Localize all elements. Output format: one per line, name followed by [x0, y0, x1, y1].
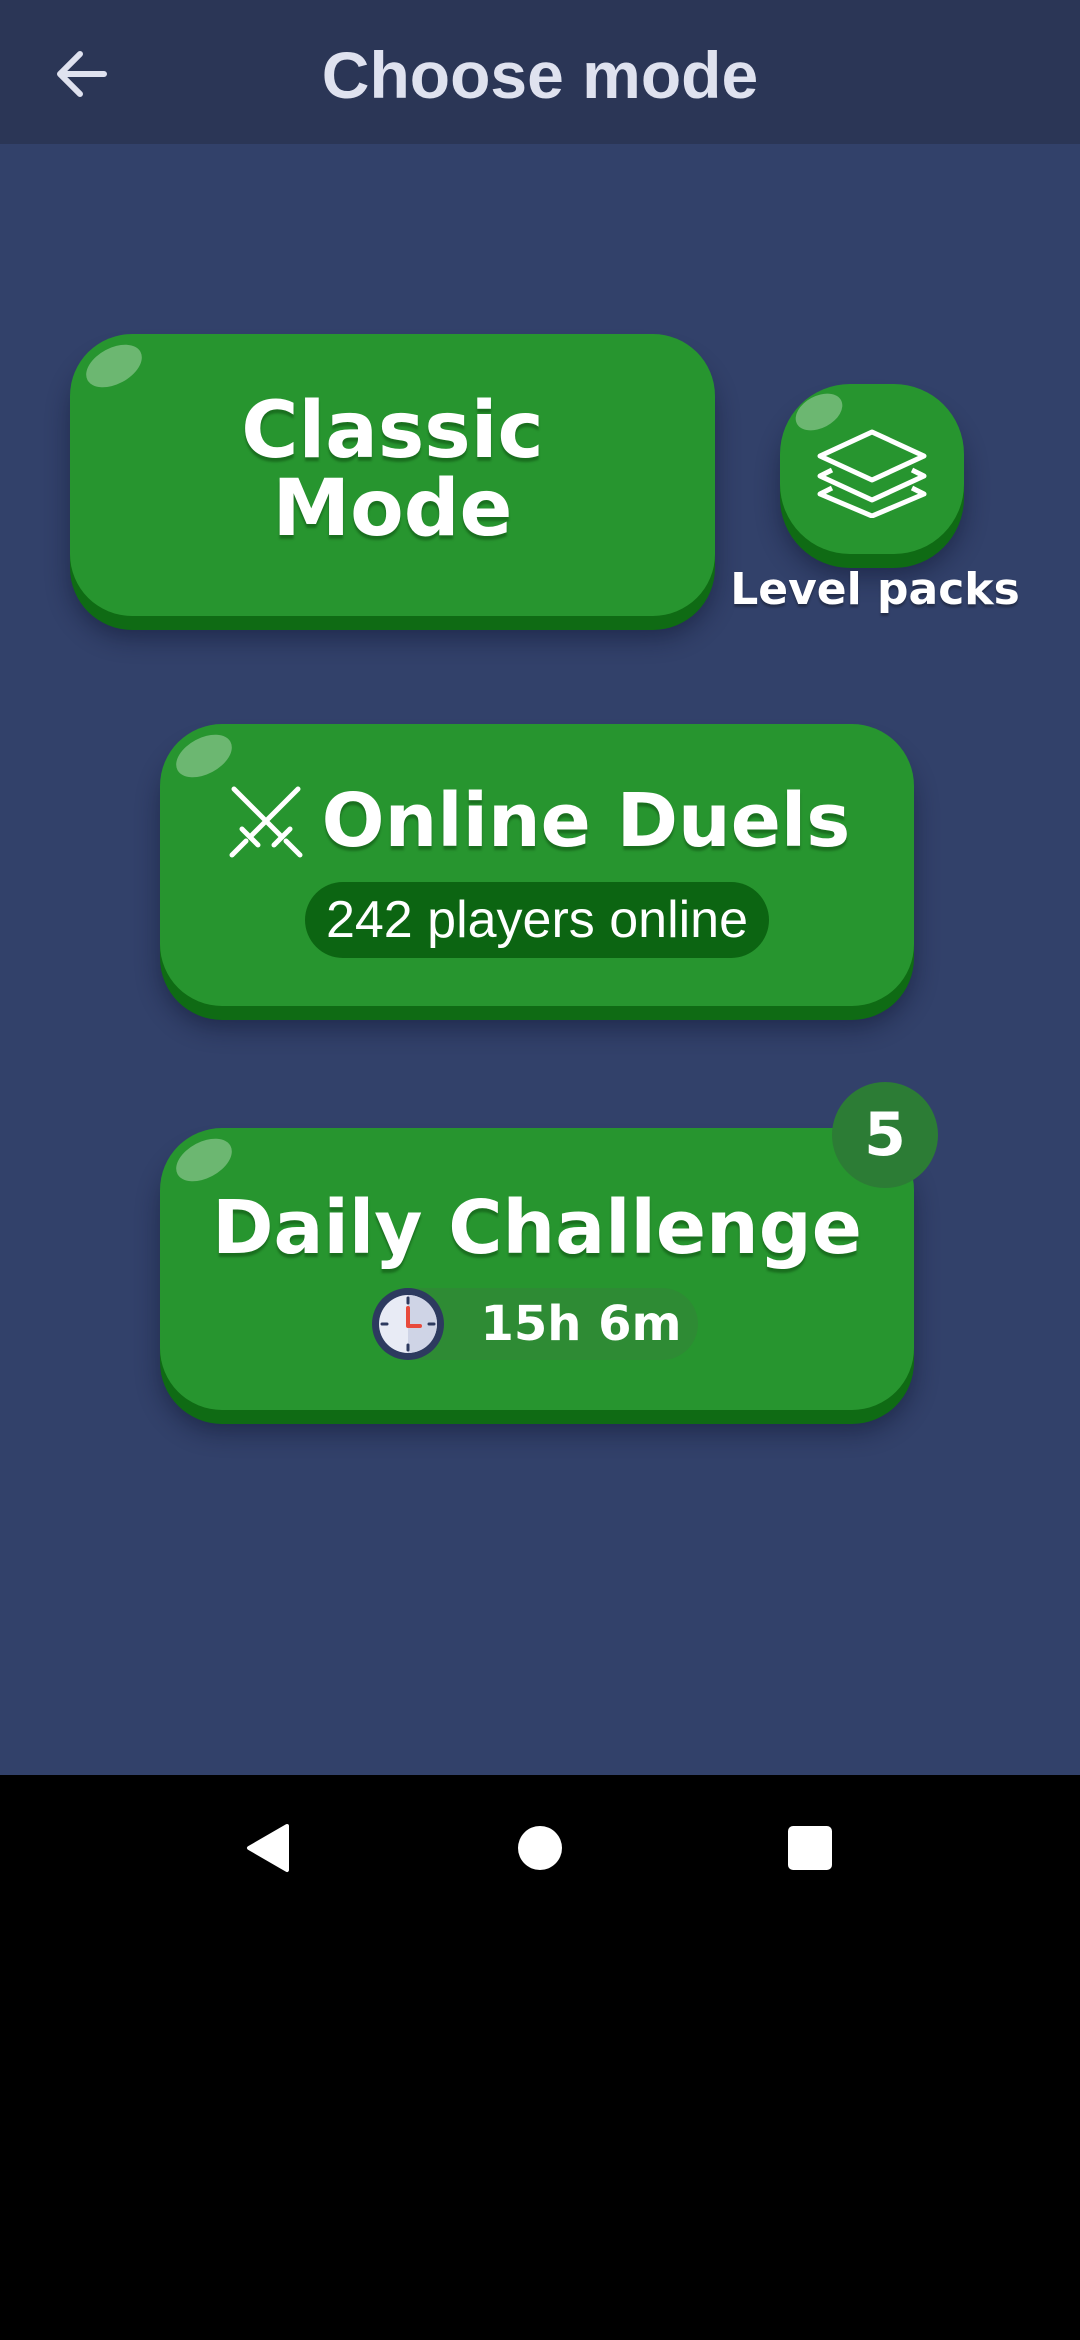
nav-home-icon	[518, 1825, 562, 1870]
online-duels-heading: Online Duels	[160, 776, 914, 866]
nav-recents-button[interactable]	[750, 1775, 870, 1920]
page-title: Choose mode	[321, 38, 759, 112]
daily-challenge-label: Daily Challenge	[212, 1185, 862, 1271]
clock-icon	[372, 1288, 444, 1360]
level-packs-button[interactable]	[780, 384, 964, 554]
gloss-highlight	[79, 336, 149, 396]
online-duels-button[interactable]: Online Duels 242 players online	[160, 724, 914, 1006]
timer-pill: 15h 6m	[372, 1288, 698, 1360]
system-navigation-bar	[0, 1775, 1080, 1920]
daily-challenge-button[interactable]: Daily Challenge 15h 6m	[160, 1128, 914, 1410]
nav-home-button[interactable]	[480, 1775, 600, 1920]
level-packs-label: Level packs	[730, 564, 1020, 615]
nav-recents-icon	[788, 1825, 832, 1870]
online-duels-label: Online Duels	[321, 778, 851, 864]
classic-mode-button[interactable]: Classic Mode	[70, 334, 715, 616]
screen: Choose mode Classic Mode Level packs Onl…	[0, 0, 1080, 1775]
players-online-pill: 242 players online	[305, 882, 769, 958]
layers-icon	[817, 429, 927, 518]
nav-back-button[interactable]	[208, 1775, 328, 1920]
classic-mode-label-line1: Classic	[241, 386, 544, 476]
top-bar: Choose mode	[0, 0, 1080, 144]
classic-mode-label-line2: Mode	[272, 464, 513, 554]
nav-back-icon	[247, 1823, 289, 1872]
crossed-swords-icon	[229, 786, 303, 858]
classic-mode-label: Classic Mode	[70, 392, 715, 548]
timer-text: 15h 6m	[480, 1296, 682, 1352]
daily-challenge-badge: 5	[832, 1082, 938, 1188]
